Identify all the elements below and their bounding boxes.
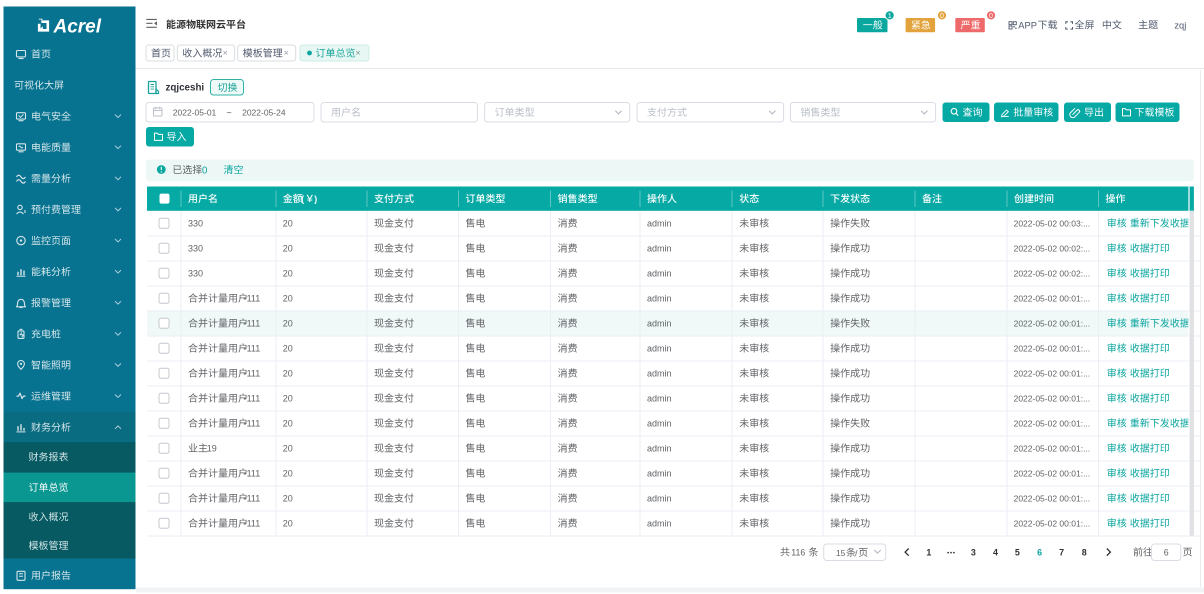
svg-text:20: 20 <box>283 269 293 279</box>
svg-text:0: 0 <box>202 165 208 176</box>
svg-text:111: 111 <box>247 394 261 404</box>
svg-text:116: 116 <box>791 548 805 558</box>
svg-text:6: 6 <box>1164 548 1169 558</box>
svg-text:2022-05-02 00:01:...: 2022-05-02 00:01:... <box>1014 444 1091 454</box>
svg-text:330: 330 <box>188 269 203 279</box>
svg-text:2022-05-02 00:01:...: 2022-05-02 00:01:... <box>1014 294 1091 304</box>
svg-text:111: 111 <box>247 294 261 304</box>
svg-text:): ) <box>314 194 317 204</box>
svg-text:20: 20 <box>283 519 293 529</box>
svg-text:admin: admin <box>647 469 672 479</box>
svg-text:20: 20 <box>283 244 293 254</box>
svg-text:20: 20 <box>283 444 293 454</box>
svg-text:20: 20 <box>283 294 293 304</box>
svg-text:5: 5 <box>1015 548 1020 558</box>
svg-text:3: 3 <box>971 548 976 558</box>
svg-text:0: 0 <box>989 13 993 20</box>
svg-text:19: 19 <box>207 444 217 454</box>
svg-text:admin: admin <box>647 269 672 279</box>
svg-text:admin: admin <box>647 319 672 329</box>
svg-text:2022-05-24: 2022-05-24 <box>242 108 286 118</box>
svg-text:20: 20 <box>283 319 293 329</box>
svg-text:APP: APP <box>1018 20 1037 30</box>
svg-text:(: ( <box>301 194 304 204</box>
svg-text:admin: admin <box>647 369 672 379</box>
svg-text:admin: admin <box>647 494 672 504</box>
svg-text:111: 111 <box>247 519 261 529</box>
svg-text:2022-05-02 00:01:...: 2022-05-02 00:01:... <box>1014 494 1091 504</box>
svg-text:zqjceshi: zqjceshi <box>166 83 205 94</box>
svg-text:20: 20 <box>283 494 293 504</box>
svg-text:111: 111 <box>247 369 261 379</box>
svg-text:admin: admin <box>647 519 672 529</box>
svg-text:15: 15 <box>836 548 846 558</box>
svg-text:8: 8 <box>1082 548 1087 558</box>
svg-text:111: 111 <box>247 469 261 479</box>
svg-text:330: 330 <box>188 244 203 254</box>
svg-text:2022-05-02 00:01:...: 2022-05-02 00:01:... <box>1014 319 1091 329</box>
svg-text:zqj: zqj <box>1174 20 1186 30</box>
svg-text:20: 20 <box>283 419 293 429</box>
svg-text:111: 111 <box>247 419 261 429</box>
svg-text:20: 20 <box>283 394 293 404</box>
svg-text:4: 4 <box>993 548 998 558</box>
svg-text:111: 111 <box>247 319 261 329</box>
svg-text:7: 7 <box>1059 548 1064 558</box>
svg-text:Acrel: Acrel <box>53 17 102 38</box>
svg-text:2022-05-01: 2022-05-01 <box>173 108 217 118</box>
svg-text:111: 111 <box>247 494 261 504</box>
svg-text:2022-05-02 00:01:...: 2022-05-02 00:01:... <box>1014 519 1091 529</box>
svg-text:admin: admin <box>647 394 672 404</box>
svg-text:1: 1 <box>926 548 931 558</box>
svg-text:admin: admin <box>647 244 672 254</box>
svg-text:6: 6 <box>1037 548 1042 558</box>
svg-text:2022-05-02 00:01:...: 2022-05-02 00:01:... <box>1014 369 1091 379</box>
svg-text:2022-05-02 00:02:...: 2022-05-02 00:02:... <box>1014 269 1091 279</box>
svg-text:2022-05-02 00:03:...: 2022-05-02 00:03:... <box>1014 219 1091 229</box>
svg-text:admin: admin <box>647 444 672 454</box>
svg-text:2022-05-02 00:01:...: 2022-05-02 00:01:... <box>1014 394 1091 404</box>
svg-text:20: 20 <box>283 469 293 479</box>
svg-text:20: 20 <box>283 369 293 379</box>
svg-text:0: 0 <box>940 13 944 20</box>
svg-text:~: ~ <box>227 108 232 118</box>
svg-text:admin: admin <box>647 294 672 304</box>
svg-text:1: 1 <box>888 13 892 20</box>
svg-text:2022-05-02 00:01:...: 2022-05-02 00:01:... <box>1014 344 1091 354</box>
svg-text:2022-05-02 00:01:...: 2022-05-02 00:01:... <box>1014 469 1091 479</box>
svg-text:2022-05-02 00:02:...: 2022-05-02 00:02:... <box>1014 244 1091 254</box>
svg-text:330: 330 <box>188 219 203 229</box>
svg-text:111: 111 <box>247 344 261 354</box>
svg-text:2022-05-02 00:01:...: 2022-05-02 00:01:... <box>1014 419 1091 429</box>
svg-text:admin: admin <box>647 419 672 429</box>
svg-text:admin: admin <box>647 219 672 229</box>
svg-text:20: 20 <box>283 219 293 229</box>
svg-text:20: 20 <box>283 344 293 354</box>
svg-text:admin: admin <box>647 344 672 354</box>
